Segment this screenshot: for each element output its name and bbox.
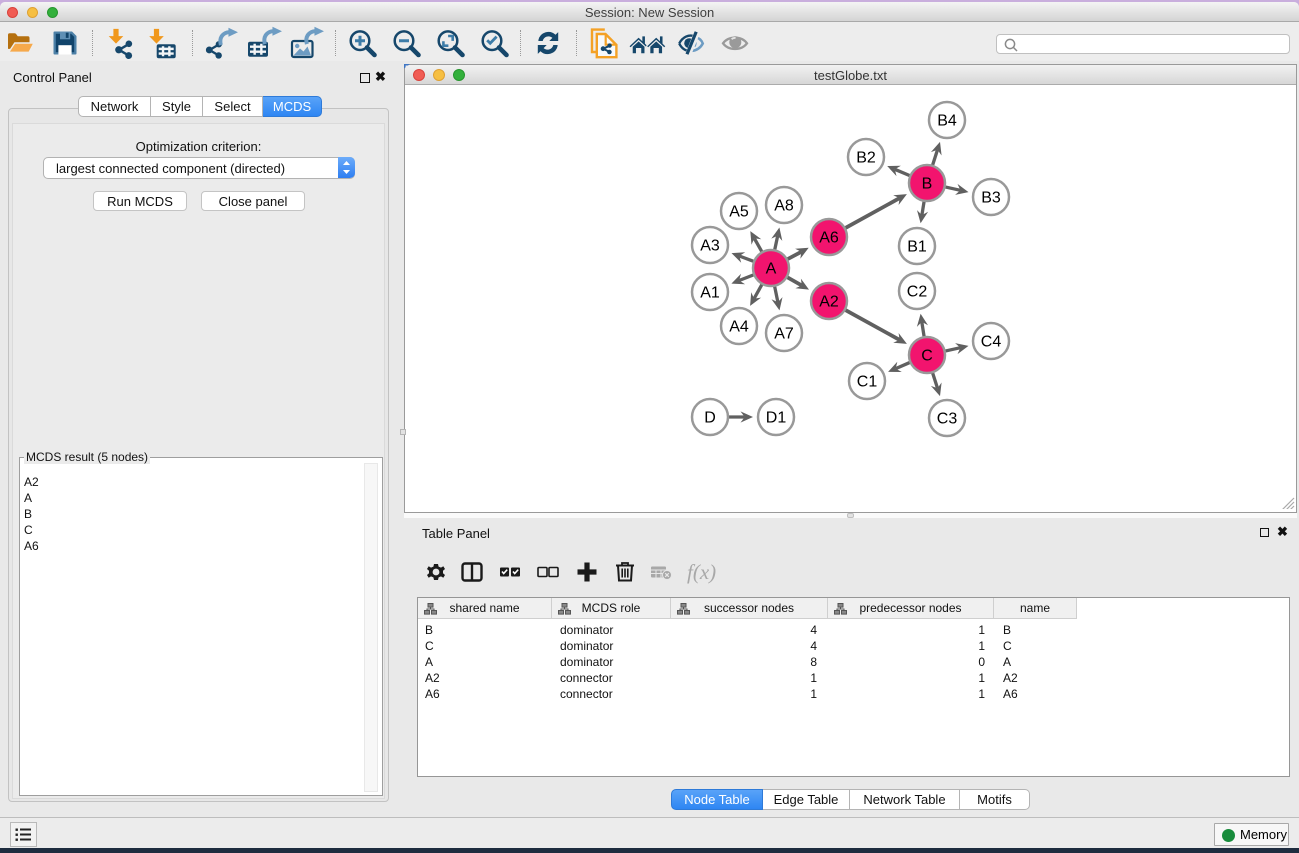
svg-text:f(x): f(x) [687,560,716,584]
